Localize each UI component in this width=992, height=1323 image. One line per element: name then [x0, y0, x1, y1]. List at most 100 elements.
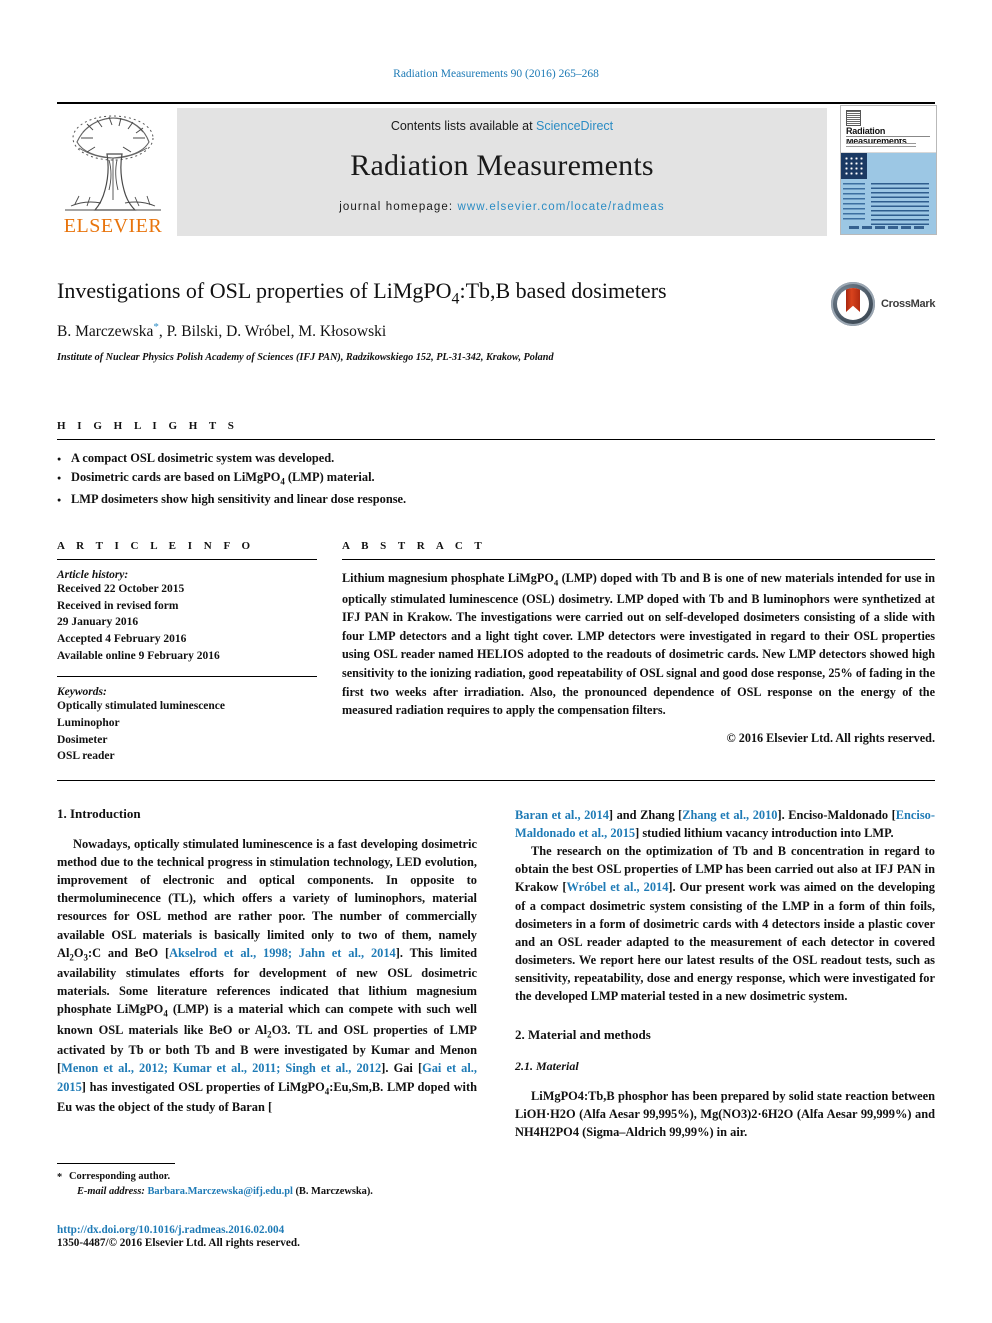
email-suffix: (B. Marczewska). [295, 1186, 373, 1198]
crossmark-label: CrossMark [881, 298, 936, 310]
intro-text-c: ]. Gai [ [381, 1061, 423, 1076]
elsevier-logo: ELSEVIER [57, 108, 169, 238]
article-history-label: Article history: [57, 569, 129, 581]
abstract-copyright: © 2016 Elsevier Ltd. All rights reserved… [726, 730, 935, 745]
doi-link[interactable]: http://dx.doi.org/10.1016/j.radmeas.2016… [57, 1224, 477, 1236]
keyword-item: Optically stimulated luminescence [57, 700, 226, 713]
journal-homepage-line: journal homepage: www.elsevier.com/locat… [177, 201, 827, 213]
masthead-panel: Contents lists available at ScienceDirec… [177, 108, 827, 236]
cover-subtitle-lines [846, 136, 930, 139]
cover-header: Radiation Measurements [841, 106, 936, 153]
intro-paragraph-1-cont: Baran et al., 2014] and Zhang [Zhang et … [515, 806, 935, 842]
journal-cover-thumbnail: Radiation Measurements [840, 105, 937, 235]
crossmark-circle-icon [831, 282, 875, 326]
highlights-section: H I G H L I G H T S A compact OSL dosime… [57, 420, 935, 509]
intro-text-g: ] studied lithium vacancy introduction i… [635, 826, 894, 841]
citation-link[interactable]: Menon et al., 2012; Kumar et al., 2011; … [61, 1061, 381, 1075]
history-line: Accepted 4 February 2016 [57, 633, 187, 646]
cover-footer-line [849, 226, 925, 229]
elsevier-tree-icon [65, 115, 161, 211]
abstract-column: A B S T R A C T Lithium magnesium phosph… [342, 540, 935, 746]
citation-link[interactable]: Wróbel et al., 2014 [567, 880, 669, 894]
list-item: Dosimetric cards are based on LiMgPO4 (L… [57, 468, 935, 489]
intro-text-d: ] has investigated OSL properties of LiM… [57, 1079, 478, 1115]
title-part-2: :Tb,B based dosimeters [459, 278, 667, 303]
cover-publisher-mark-icon [846, 110, 861, 126]
intro-text-e: ] and Zhang [ [608, 808, 683, 822]
body-column-left: 1. Introduction Nowadays, optically stim… [57, 806, 477, 1116]
footnote-corresponding-text: Corresponding author. [69, 1171, 171, 1182]
article-info-rule [57, 559, 317, 560]
abstract-heading: A B S T R A C T [342, 540, 487, 552]
journal-homepage-link[interactable]: www.elsevier.com/locate/radmeas [457, 201, 664, 213]
keywords-label: Keywords: [57, 686, 107, 699]
history-line: Received 22 October 2015 [57, 583, 185, 595]
citation-link[interactable]: Baran et al., 2014 [515, 808, 609, 822]
journal-masthead: ELSEVIER Contents lists available at Sci… [57, 102, 937, 238]
authors-rest: , P. Bilski, D. Wróbel, M. Kłosowski [158, 323, 387, 341]
intro2-text-b: ]. Our present work was aimed on the dev… [515, 880, 935, 1004]
intro-text-f: ]. Enciso-Maldonado [ [777, 808, 896, 822]
author-list: B. Marczewska*, P. Bilski, D. Wróbel, M.… [57, 321, 935, 341]
email-label: E-mail address: [77, 1186, 145, 1198]
issn-copyright-line: 1350-4487/© 2016 Elsevier Ltd. All right… [57, 1237, 300, 1249]
list-item: A compact OSL dosimetric system was deve… [57, 449, 935, 468]
keyword-item: Luminophor [57, 717, 120, 730]
material-paragraph-1: LiMgPO4:Tb,B phosphor has been prepared … [515, 1089, 935, 1140]
intro-text-b: ]. This limited availability stimulates … [57, 945, 478, 1076]
cover-main-text-block [871, 183, 929, 225]
journal-title: Radiation Measurements [350, 149, 654, 182]
citation-link[interactable]: Zhang et al., 2010 [682, 808, 777, 822]
contents-available-line: Contents lists available at ScienceDirec… [177, 119, 827, 133]
running-head: Radiation Measurements 90 (2016) 265–268 [393, 68, 599, 80]
body-top-rule [57, 780, 935, 781]
affiliation: Institute of Nuclear Physics Polish Acad… [57, 351, 554, 363]
intro-paragraph-2: The research on the optimization of Tb a… [515, 842, 935, 1005]
article-info-column: A R T I C L E I N F O Article history: R… [57, 540, 317, 765]
elsevier-wordmark: ELSEVIER [63, 215, 163, 237]
footnote-email-line: E-mail address: Barbara.Marczewska@ifj.e… [57, 1184, 477, 1199]
highlights-list: A compact OSL dosimetric system was deve… [57, 440, 935, 509]
body-column-right: Baran et al., 2014] and Zhang [Zhang et … [515, 806, 935, 1142]
history-line: 29 January 2016 [57, 616, 139, 629]
history-line: Available online 9 February 2016 [57, 649, 220, 662]
email-link[interactable]: Barbara.Marczewska@ifj.edu.pl [147, 1186, 292, 1197]
cover-subtitle-lines-2 [846, 143, 916, 147]
section-heading-material-methods: 2. Material and methods [515, 1027, 651, 1043]
citation-link[interactable]: Akselrod et al., 1998; Jahn et al., 2014 [169, 946, 396, 960]
footnote-corresponding-line: * Corresponding author. [57, 1169, 477, 1184]
crossmark-badge[interactable]: CrossMark [831, 282, 935, 328]
crossmark-ribbon-icon [846, 288, 860, 312]
subsection-heading-material: 2.1. Material [515, 1059, 579, 1074]
keyword-item: Dosimeter [57, 733, 108, 746]
highlights-heading: H I G H L I G H T S [57, 420, 239, 432]
article-info-heading: A R T I C L E I N F O [57, 540, 255, 552]
abstract-text: Lithium magnesium phosphate LiMgPO4 (LMP… [342, 571, 935, 718]
intro-text-a: Nowadays, optically stimulated luminesce… [57, 837, 477, 963]
footnote-star-icon: * [57, 1172, 63, 1183]
sciencedirect-link[interactable]: ScienceDirect [536, 119, 613, 133]
keywords-rule [57, 676, 317, 678]
footnote-rule [57, 1163, 175, 1164]
list-item: LMP dosimeters show high sensitivity and… [57, 490, 935, 509]
highlight-text: LMP dosimeters show high sensitivity and… [71, 491, 407, 506]
corresponding-author-footnote: * Corresponding author. E-mail address: B… [57, 1163, 477, 1199]
highlight-text: Dosimetric cards are based on LiMgPO4 (L… [71, 470, 375, 487]
homepage-prefix: journal homepage: [339, 201, 458, 213]
highlight-text: A compact OSL dosimetric system was deve… [71, 451, 335, 465]
cover-logo-box [841, 153, 867, 179]
intro-paragraph-1: Nowadays, optically stimulated luminesce… [57, 835, 477, 1116]
title-part-1: Investigations of OSL properties of LiMg… [57, 278, 452, 303]
cover-lattice-icon [844, 156, 864, 176]
abstract-rule [342, 559, 935, 560]
page-title: Investigations of OSL properties of LiMg… [57, 278, 817, 308]
crossmark-inner-icon [837, 288, 869, 320]
masthead-top-rule [57, 102, 935, 104]
contents-prefix: Contents lists available at [390, 119, 537, 133]
article-page: Radiation Measurements 90 (2016) 265–268 [0, 0, 992, 1323]
cover-left-text-block [843, 183, 865, 223]
cover-body [841, 153, 936, 234]
title-block: Investigations of OSL properties of LiMg… [57, 278, 935, 363]
history-line: Received in revised form [57, 599, 179, 612]
section-heading-introduction: 1. Introduction [57, 806, 141, 821]
